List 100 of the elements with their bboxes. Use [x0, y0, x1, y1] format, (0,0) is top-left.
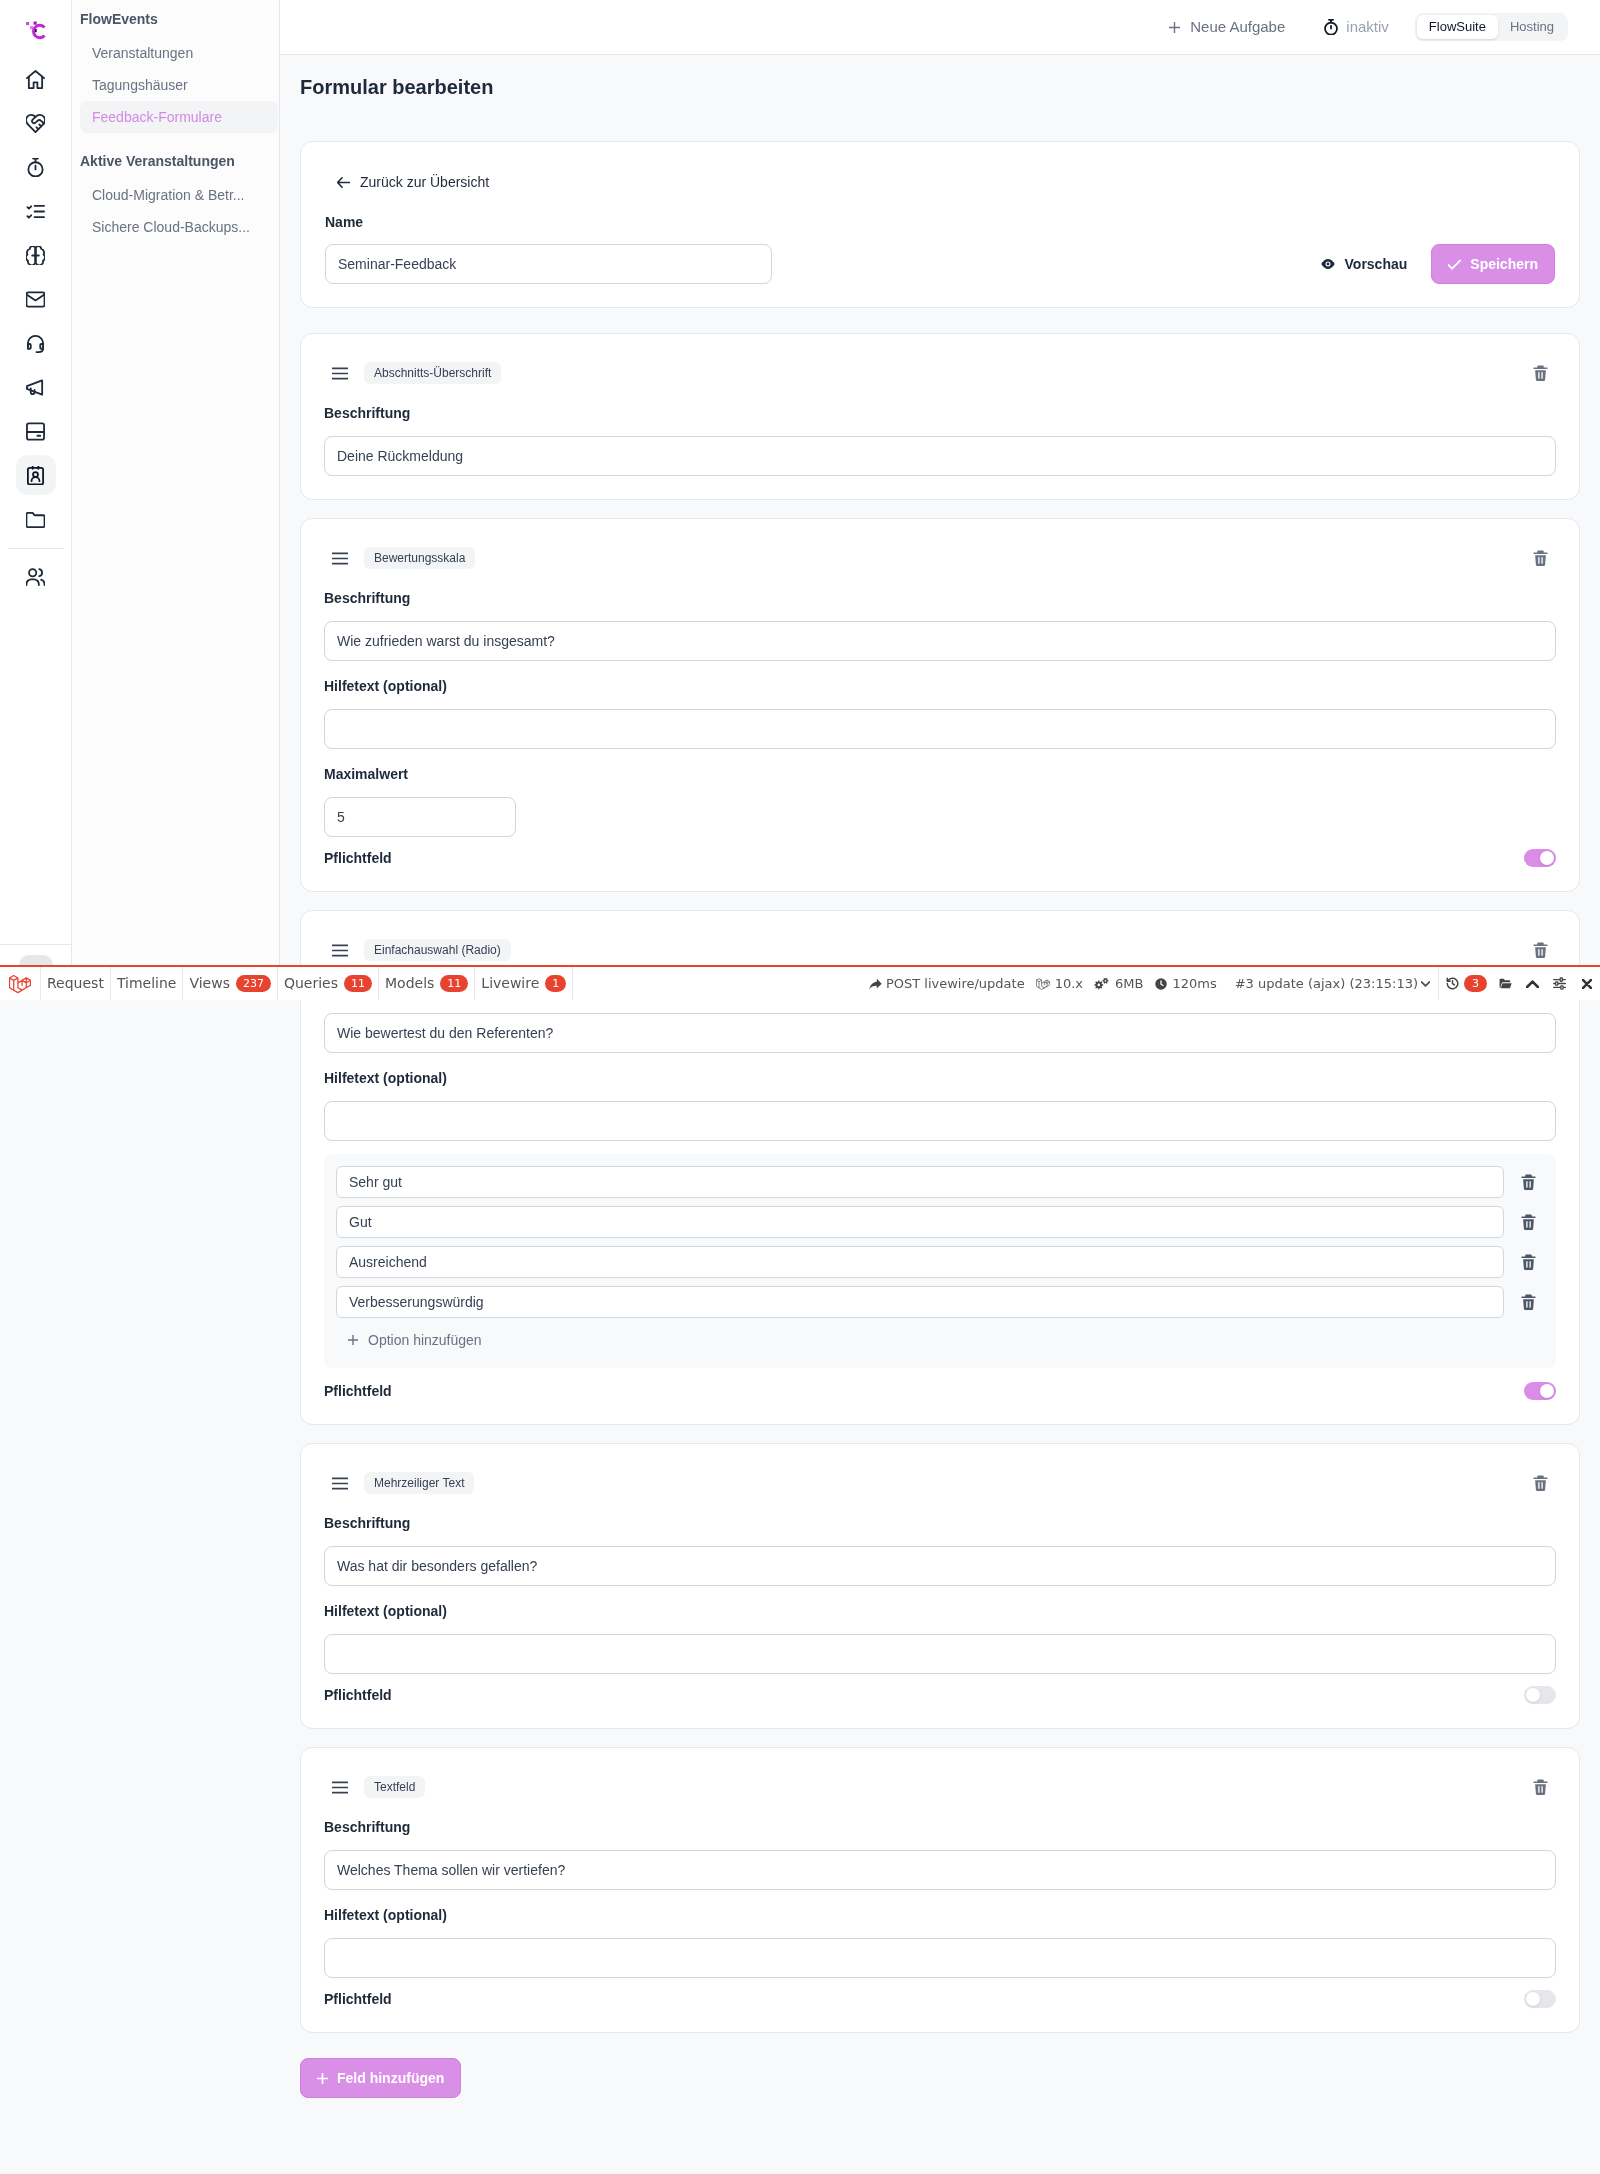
folder-icon	[1499, 978, 1512, 989]
trash-icon	[1532, 1779, 1548, 1795]
heart-handshake-icon	[26, 113, 45, 133]
add-option-button[interactable]: Option hinzufügen	[336, 1324, 494, 1356]
option-field[interactable]: Gut	[336, 1206, 1504, 1238]
required-toggle[interactable]	[1524, 1382, 1556, 1400]
debug-tab[interactable]: Livewire 1	[475, 967, 574, 1000]
trash-icon	[1532, 942, 1548, 958]
count-badge: 237	[235, 975, 271, 992]
field-type-badge: Abschnitts-Überschrift	[364, 362, 502, 384]
workspace-tab[interactable]: Hosting	[1497, 15, 1566, 39]
hamburger-icon	[332, 551, 348, 565]
cubes-icon	[1035, 976, 1050, 991]
contact-card-button[interactable]	[15, 455, 56, 495]
option-field[interactable]: Sehr gut	[336, 1166, 1504, 1198]
field-label: Pflichtfeld	[324, 849, 392, 868]
text-field[interactable]: Deine Rückmeldung	[324, 436, 1556, 476]
nav-section-title: Aktive Veranstaltungen	[80, 152, 236, 171]
hamburger-icon	[332, 943, 348, 957]
request-route: POST livewire/update	[885, 974, 1025, 993]
plus-icon	[348, 1335, 358, 1345]
option-field[interactable]: Verbesserungswürdig	[336, 1286, 1504, 1318]
text-field[interactable]: Wie bewertest du den Referenten?	[324, 1013, 1556, 1053]
text-field[interactable]: Welches Thema sollen wir vertiefen?	[324, 1850, 1556, 1890]
field-label: Beschriftung	[324, 404, 412, 423]
trash-icon	[1520, 1174, 1536, 1190]
plus-icon	[1169, 21, 1181, 33]
brain-icon	[26, 245, 45, 265]
required-toggle[interactable]	[1524, 1686, 1556, 1704]
text-field[interactable]	[324, 1938, 1556, 1978]
folder-icon	[26, 509, 45, 529]
debug-tab[interactable]: Queries 11	[277, 967, 379, 1000]
count-badge: 11	[344, 975, 372, 992]
nav-link[interactable]: Veranstaltungen	[80, 37, 278, 69]
text-field[interactable]	[324, 1634, 1556, 1674]
field-label: Pflichtfeld	[324, 1382, 392, 1401]
count-badge: 1	[545, 975, 567, 992]
trash-icon	[1532, 550, 1548, 566]
preview-button[interactable]: Vorschau	[1308, 244, 1420, 284]
trash-icon	[1520, 1214, 1536, 1230]
name-field[interactable]: Seminar-Feedback	[325, 244, 772, 284]
field-label: Pflichtfeld	[324, 1990, 392, 2009]
debug-tab[interactable]: Request	[41, 967, 111, 1000]
hamburger-icon	[332, 1476, 348, 1490]
users-icon	[26, 566, 45, 586]
field-label: Hilfetext (optional)	[324, 677, 448, 696]
trash-icon	[1520, 1254, 1536, 1270]
gears-icon	[1094, 977, 1110, 990]
back-link[interactable]: Zurück zur Übersicht	[325, 166, 502, 198]
eye-icon	[1320, 257, 1335, 271]
text-field[interactable]	[324, 1101, 1556, 1141]
field-label: Name	[325, 213, 365, 232]
request-duration: 120ms	[1172, 974, 1217, 993]
text-field[interactable]	[324, 709, 1556, 749]
trash-icon	[1532, 1475, 1548, 1491]
headset-icon	[26, 333, 45, 353]
required-toggle[interactable]	[1524, 1990, 1556, 2008]
option-field[interactable]: Ausreichend	[336, 1246, 1504, 1278]
field-label: Beschriftung	[324, 1514, 412, 1533]
field-label: Hilfetext (optional)	[324, 1906, 448, 1925]
nav-link[interactable]: Sichere Cloud-Backups...	[80, 211, 278, 243]
text-field[interactable]: Was hat dir besonders gefallen?	[324, 1546, 1556, 1586]
debug-tab[interactable]: Models 11	[379, 967, 476, 1000]
history-icon	[1445, 977, 1459, 990]
count-badge: 3	[1464, 975, 1487, 992]
sliders-icon	[1553, 977, 1566, 990]
new-task-button[interactable]: Neue Aufgabe	[1169, 15, 1286, 39]
stopwatch-icon	[1323, 19, 1340, 35]
text-field[interactable]: Wie zufrieden warst du insgesamt?	[324, 621, 1556, 661]
nav-section-title: FlowEvents	[80, 10, 159, 29]
hamburger-icon	[332, 1780, 348, 1794]
field-type-badge: Bewertungsskala	[364, 547, 476, 569]
debug-tab[interactable]: Views 237	[183, 967, 278, 1000]
field-label: Beschriftung	[324, 1818, 412, 1837]
megaphone-icon	[26, 377, 45, 397]
field-type-badge: Textfeld	[364, 1776, 426, 1798]
arrow-left-icon	[337, 175, 350, 189]
field-type-badge: Einfachauswahl (Radio)	[364, 939, 511, 961]
home-icon	[26, 69, 45, 89]
nav-link[interactable]: Cloud-Migration & Betr...	[80, 179, 278, 211]
debug-tab[interactable]: Timeline	[110, 967, 184, 1000]
number-field[interactable]: 5	[324, 797, 516, 837]
trash-icon	[1520, 1294, 1536, 1310]
curved-arrow-icon	[868, 977, 882, 990]
plus-icon	[317, 2072, 328, 2084]
field-label: Hilfetext (optional)	[324, 1069, 448, 1088]
field-label: Pflichtfeld	[324, 1686, 392, 1705]
page-title: Formular bearbeiten	[300, 75, 495, 100]
request-select[interactable]: #3 update (ajax) (23:15:13)	[1234, 967, 1438, 1000]
chevron-down-icon	[1421, 980, 1430, 987]
workspace-tab[interactable]: FlowSuite	[1416, 15, 1498, 39]
chevron-up-icon	[1526, 979, 1539, 988]
mail-icon	[26, 289, 45, 309]
framework-version: 10.x	[1054, 974, 1084, 993]
field-label: Beschriftung	[324, 589, 412, 608]
nav-link[interactable]: Tagungshäuser	[80, 69, 278, 101]
trash-icon	[1532, 365, 1548, 381]
field-label: Hilfetext (optional)	[324, 1602, 448, 1621]
logo-icon	[24, 19, 47, 41]
required-toggle[interactable]	[1524, 849, 1556, 867]
